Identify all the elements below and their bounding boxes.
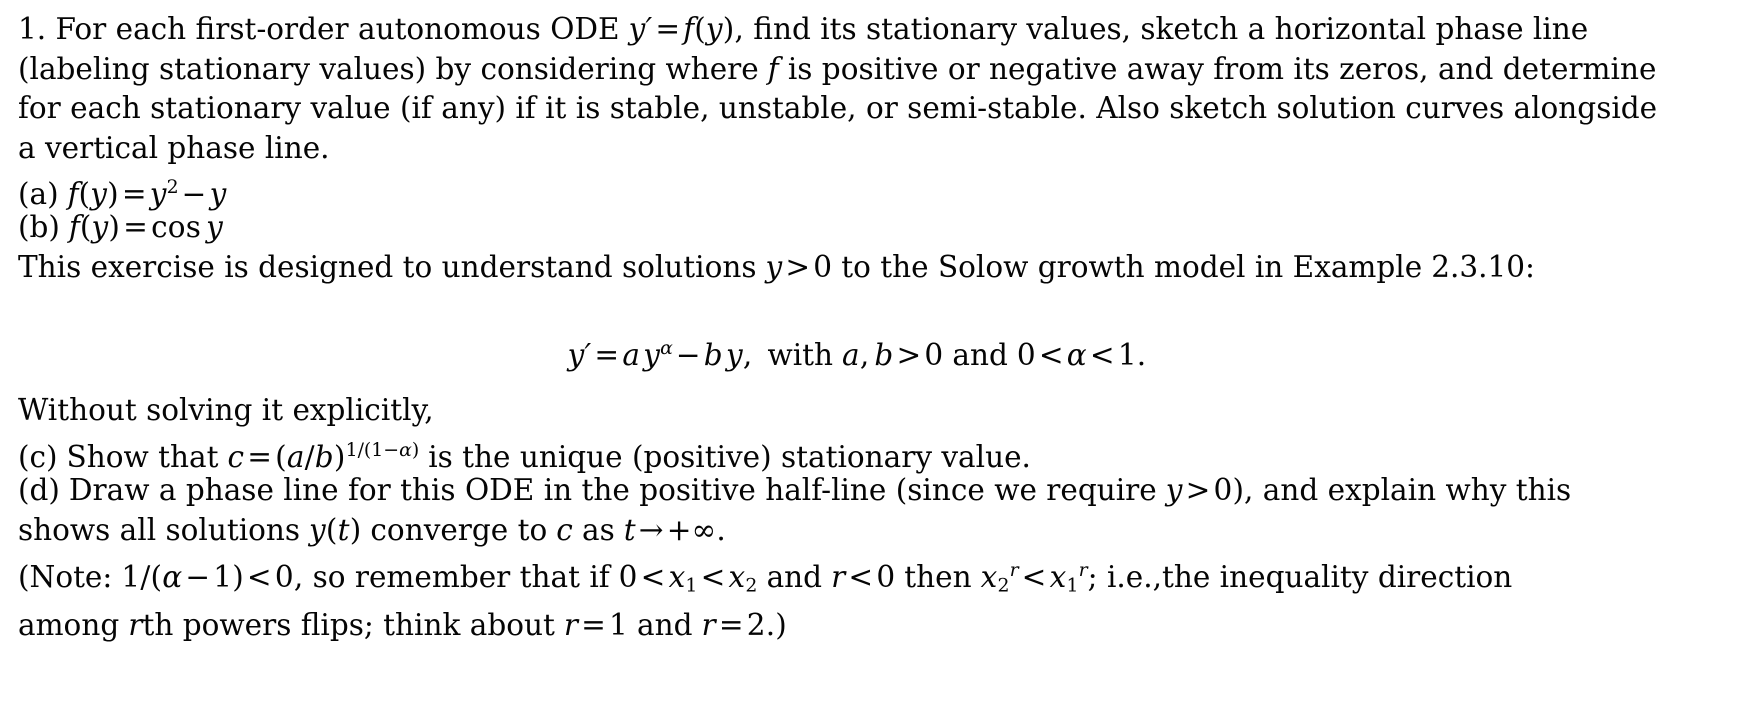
item-c-text-before: Show that — [66, 439, 219, 474]
item-d: (d) Draw a phase line for this ODE in the… — [18, 471, 1732, 550]
item-c-text-after: is the unique (positive) stationary valu… — [428, 439, 1031, 474]
intro-line-2-tail: is positive or negative away from its ze… — [787, 51, 1657, 86]
item-d-line-1: (d) Draw a phase line for this ODE in the… — [18, 471, 1732, 511]
equation-alpha-range: 0 < α <1. — [1016, 337, 1147, 372]
note-inequality-1: 1/(α −1) <0 — [121, 559, 294, 594]
item-d-period: . — [716, 512, 726, 547]
note-var-r: r — [128, 608, 143, 643]
solow-lead-in: This exercise is designed to understand … — [18, 248, 1732, 288]
problem-number-and-text: 1. For each first-order autonomous ODE — [18, 12, 620, 46]
example-number: 2.3.10: — [1431, 250, 1535, 284]
item-c-exponent: 1/(1−α) — [345, 439, 420, 461]
intro-line-2: (labeling stationary values) by consider… — [18, 50, 1732, 90]
solow-lead-in-tail: to the Solow growth model in Example — [841, 250, 1423, 284]
item-d-label: (d) — [18, 473, 60, 507]
equation-and-word: and — [952, 337, 1008, 372]
without-solving-line: Without solving it explicitly, — [18, 393, 434, 427]
note-inequality-2: 0 < x1 < x2 — [618, 559, 758, 597]
note-r-equals-2: r = 2.) — [701, 608, 788, 643]
intro-line-2-head: (labeling stationary values) by consider… — [18, 51, 759, 86]
item-d-line2-head: shows all solutions — [18, 512, 301, 547]
note-text-2: ; i.e.,the inequality direction — [1087, 559, 1513, 594]
solution-y-of-t: y(t) — [309, 512, 362, 547]
item-b-equation: f(y) = cos y — [68, 210, 223, 244]
item-d-var-c: c — [556, 512, 573, 547]
note-open: (Note: — [18, 559, 113, 594]
note-r-equals-1: r = 1 — [563, 608, 629, 643]
note-inequality-3: r <0 — [831, 559, 896, 594]
item-c-equation: c = (a/b)1/(1−α) — [227, 439, 420, 474]
item-a-exponent: 2 — [166, 176, 179, 198]
alpha-exponent: α — [660, 337, 673, 359]
item-d-line-2: shows all solutions y(t) converge to c as t → +… — [18, 511, 1732, 551]
solow-equation-math: y′ = a yα − b y, — [567, 337, 753, 372]
inline-condition-y-positive: y >0 — [765, 250, 833, 284]
item-d-text-head: Draw a phase line for this ODE in the po… — [68, 473, 1157, 507]
note-line2-mid: th powers flips; think about — [142, 608, 555, 643]
note-line-2: among rth powers flips; think about r = 1 and… — [18, 606, 1732, 646]
item-d-text-tail: ), and explain why this — [1232, 473, 1572, 507]
item-c-label: (c) — [18, 439, 58, 474]
note-and-word: and — [766, 559, 823, 594]
item-d-condition: y >0 — [1165, 473, 1233, 507]
note-block: (Note: 1/(α −1) <0, so remember that if 0 < x1… — [18, 551, 1732, 646]
inline-eq-y-prime-equals-f-y: y′ = f(y) — [628, 12, 735, 46]
item-d-line2-mid: converge to — [370, 512, 548, 547]
cos-operator: cos — [151, 210, 202, 244]
intro-line-1: 1. For each first-order autonomous ODE y′… — [18, 10, 1732, 50]
note-then-word: then — [904, 559, 972, 594]
item-a-equation: f(y) = y2− y — [67, 176, 227, 211]
item-b-label: (b) — [18, 210, 60, 244]
equation-with-word: with — [767, 337, 834, 372]
problem-intro-paragraph: 1. For each first-order autonomous ODE y′… — [18, 10, 1732, 168]
note-text-1: , so remember that if — [293, 559, 610, 594]
note-line2-head: among — [18, 608, 120, 643]
intro-line-3: for each stationary value (if any) if it… — [18, 91, 1658, 125]
intro-line-1-tail: , find its stationary values, sketch a h… — [734, 12, 1589, 46]
inline-var-f: f — [767, 51, 779, 86]
item-b: (b) f(y) = cos y — [18, 208, 1732, 248]
note-and-word-2: and — [637, 608, 693, 643]
item-a-label: (a) — [18, 176, 59, 211]
item-d-as-word: as — [581, 512, 615, 547]
equation-comma: , — [742, 337, 753, 372]
note-line-1: (Note: 1/(α −1) <0, so remember that if 0 < x1… — [18, 551, 1732, 606]
solow-lead-in-head: This exercise is designed to understand … — [18, 250, 757, 284]
item-d-limit: t → +∞ — [623, 512, 717, 547]
solow-display-equation: y′ = a yα − b y, with a, b >0 and 0 < α <1. — [0, 329, 1714, 375]
note-inequality-4: x2r < x1r — [980, 559, 1088, 597]
equation-params: a, b >0 — [842, 337, 944, 372]
document-page: 1. For each first-order autonomous ODE y′… — [0, 0, 1750, 716]
intro-line-4: a vertical phase line. — [18, 130, 330, 165]
